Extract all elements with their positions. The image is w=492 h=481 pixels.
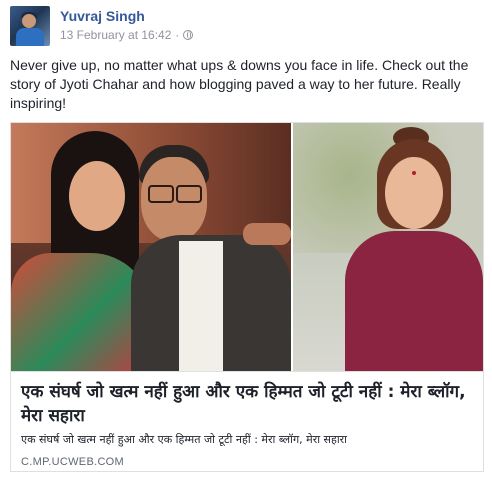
link-caption[interactable]: एक संघर्ष जो खत्म नहीं हुआ और एक हिम्मत … [11, 371, 483, 471]
photo-jyoti [293, 123, 483, 371]
avatar-body [16, 28, 44, 46]
post-timestamp[interactable]: 13 February at 16:42 [60, 28, 171, 42]
link-preview-card[interactable]: एक संघर्ष जो खत्म नहीं हुआ और एक हिम्मत … [10, 122, 484, 472]
post-text: Never give up, no matter what ups & down… [10, 57, 469, 111]
avatar-head [22, 14, 36, 28]
globe-icon[interactable] [183, 30, 194, 40]
meta-separator: · [175, 28, 180, 42]
link-domain: C.MP.UCWEB.COM [21, 456, 125, 468]
post-meta: 13 February at 16:42 · [60, 28, 194, 42]
photo-father-daughter [11, 123, 291, 371]
link-preview-image[interactable] [11, 123, 483, 371]
author-avatar[interactable] [10, 6, 50, 46]
post-header: Yuvraj Singh 13 February at 16:42 · [10, 6, 480, 46]
link-description: एक संघर्ष जो खत्म नहीं हुआ और एक हिम्मत … [21, 433, 348, 446]
link-title[interactable]: एक संघर्ष जो खत्म नहीं हुआ और एक हिम्मत … [21, 380, 473, 428]
author-name-link[interactable]: Yuvraj Singh [60, 8, 145, 24]
